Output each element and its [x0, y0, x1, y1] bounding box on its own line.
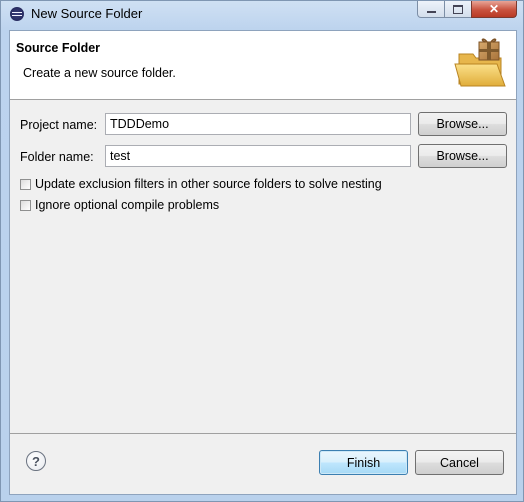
dialog-banner: Source Folder Create a new source folder…	[10, 31, 516, 100]
folder-name-field[interactable]: test	[105, 145, 411, 167]
banner-message: Create a new source folder.	[23, 66, 176, 80]
footer-separator	[10, 433, 516, 434]
window-title: New Source Folder	[31, 6, 143, 21]
project-name-label: Project name:	[20, 118, 98, 132]
ignore-compile-problems-checkbox[interactable]	[20, 199, 31, 211]
new-source-folder-icon	[454, 38, 506, 87]
cancel-button[interactable]: Cancel	[415, 450, 504, 475]
ignore-compile-problems-option[interactable]: Ignore optional compile problems	[20, 198, 219, 212]
folder-browse-button[interactable]: Browse...	[418, 144, 507, 168]
project-name-field[interactable]: TDDDemo	[105, 113, 411, 135]
ignore-compile-problems-label: Ignore optional compile problems	[35, 198, 220, 212]
maximize-icon	[453, 4, 463, 14]
title-bar[interactable]: New Source Folder ✕	[1, 1, 523, 27]
dialog-client-area: Source Folder Create a new source folder…	[9, 30, 517, 495]
banner-title: Source Folder	[16, 41, 101, 55]
help-icon[interactable]: ?	[26, 451, 46, 471]
update-exclusion-filters-checkbox[interactable]	[20, 178, 31, 190]
folder-name-label: Folder name:	[20, 150, 94, 164]
update-exclusion-filters-label: Update exclusion filters in other source…	[35, 177, 382, 191]
dialog-window: New Source Folder ✕ Source Folder Create…	[0, 0, 524, 502]
finish-button[interactable]: Finish	[319, 450, 408, 475]
minimize-icon	[426, 11, 436, 13]
close-icon: ✕	[488, 2, 500, 16]
maximize-button[interactable]	[444, 1, 472, 18]
eclipse-app-icon	[10, 7, 24, 21]
close-button[interactable]: ✕	[471, 1, 517, 18]
minimize-button[interactable]	[417, 1, 445, 18]
update-exclusion-filters-option[interactable]: Update exclusion filters in other source…	[20, 177, 382, 191]
project-browse-button[interactable]: Browse...	[418, 112, 507, 136]
